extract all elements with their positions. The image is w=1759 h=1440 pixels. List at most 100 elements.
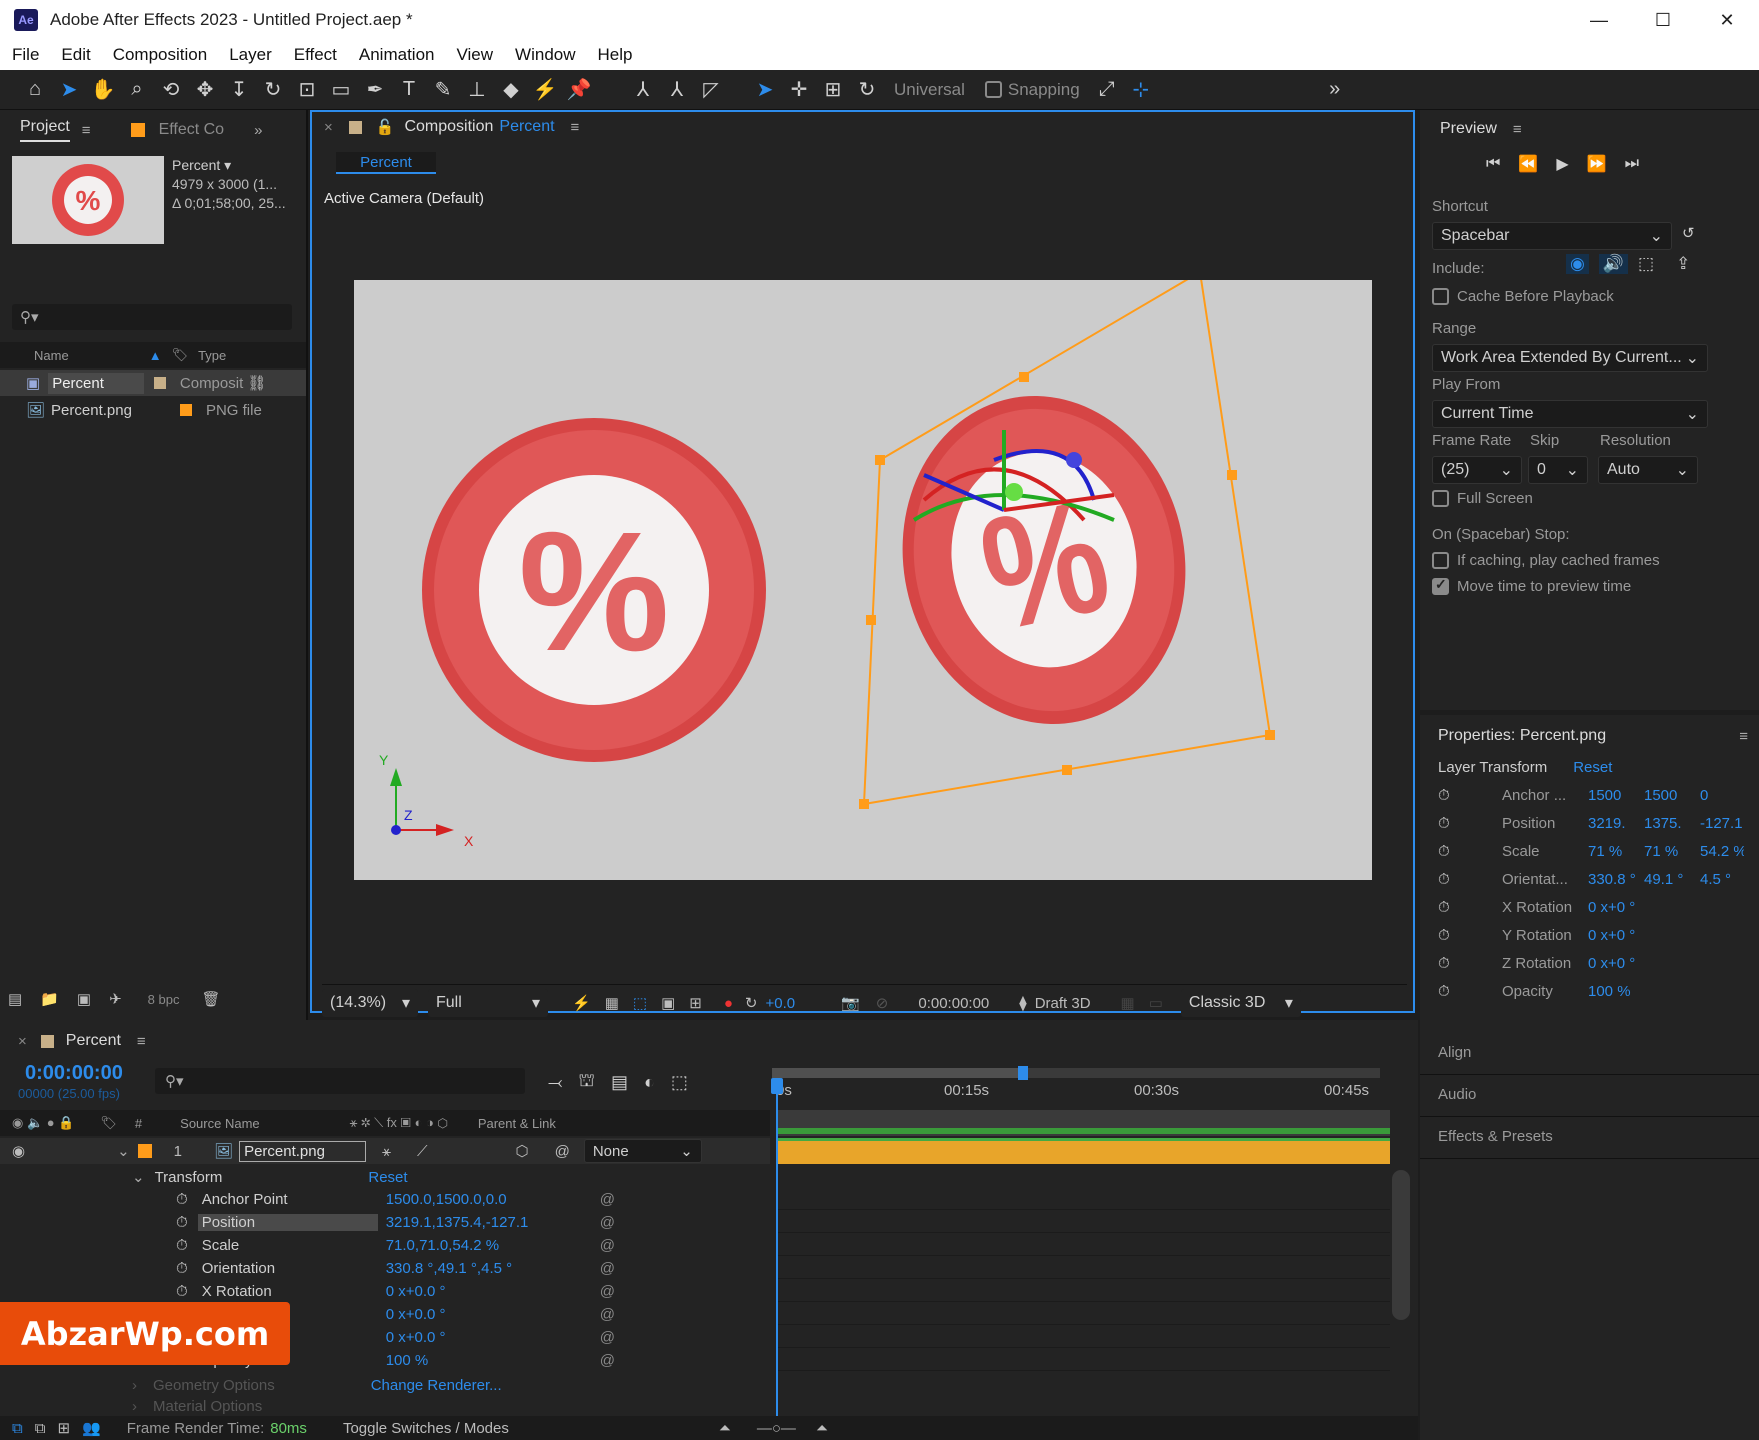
world-axis-icon[interactable]: ⅄ [660,73,694,107]
panel-menu-icon[interactable]: ≡ [1739,728,1748,745]
av-features-icon[interactable]: ◉ 🔈 ● 🔒 [12,1115,74,1131]
hand-tool-icon[interactable]: ✋ [86,73,120,107]
transform-property-value[interactable]: 0 x+0.0 ° [386,1306,586,1323]
timeline-tab[interactable]: Percent [66,1032,121,1050]
transform-reset-link[interactable]: Reset [368,1169,407,1186]
stopwatch-icon[interactable]: ⏱ [176,1260,188,1277]
snapping-checkbox[interactable] [984,81,1002,98]
frame-rate-dropdown[interactable]: (25) ⌄ [1432,456,1522,484]
draft-3d-button[interactable]: Draft 3D [1035,995,1091,1012]
menu-edit[interactable]: Edit [49,45,100,65]
delete-icon[interactable]: 🗑 [201,990,220,1008]
comp-viewer[interactable]: % % Y Z X [354,280,1372,880]
menu-composition[interactable]: Composition [101,45,218,65]
current-time-display[interactable]: 0:00:00:00 [918,995,989,1012]
panel-menu-icon[interactable]: ≡ [82,122,91,139]
thumb-comp-name[interactable]: Percent ▾ [172,156,286,175]
property-value-1[interactable]: 3219. [1588,815,1638,832]
geometry-expand-icon[interactable]: › [132,1377,137,1394]
property-value-3[interactable]: 54.2 % [1700,843,1744,860]
flowchart-icon[interactable]: ⛓ [247,374,266,392]
parent-dropdown[interactable]: None ⌄ [583,1139,702,1163]
caching-checkbox[interactable] [1432,552,1449,569]
transform-property-name[interactable]: Position [197,1213,378,1231]
eraser-tool-icon[interactable]: ◆ [494,73,528,107]
layer-expand-icon[interactable]: ⌄ [117,1142,130,1160]
skip-dropdown[interactable]: 0 ⌄ [1528,456,1588,484]
property-row[interactable]: ⏱ Opacity 100 % [1438,983,1744,1000]
timeline-search-input[interactable]: ⚲▾ [155,1068,525,1094]
property-value-1[interactable]: 1500 [1588,787,1638,804]
transform-property-value[interactable]: 0 x+0.0 ° [386,1329,586,1346]
new-folder-icon[interactable]: 📁 [40,990,59,1008]
adobe-dynamic-link-icon[interactable]: ✈ [109,990,122,1008]
3d-move-icon[interactable]: ✛ [782,73,816,107]
view-axis-icon[interactable]: ◸ [694,73,728,107]
transform-reset-link[interactable]: Reset [1573,759,1612,776]
property-row[interactable]: ⏱ Scale 71 % 71 % 54.2 % [1438,843,1744,860]
puppet-pin-icon[interactable]: 📌 [562,73,596,107]
column-name[interactable]: Name [34,348,69,363]
show-snapshot-icon[interactable]: ⊘ [876,994,889,1012]
align-panel-tab[interactable]: Align [1438,1044,1471,1061]
selection-tool-icon[interactable]: ➤ [52,73,86,107]
frame-blending-icon[interactable]: ◐ [644,1072,655,1093]
exposure-value[interactable]: +0.0 [765,995,795,1012]
expression-pick-whip-icon[interactable]: @ [600,1352,615,1369]
menu-effect[interactable]: Effect [282,45,347,65]
fast-previews-icon[interactable]: ⚡ [572,994,591,1012]
workspace-expand-icon[interactable]: » [1318,73,1352,107]
roto-brush-icon[interactable]: ⚡ [528,73,562,107]
parent-link-column[interactable]: Parent & Link [478,1116,556,1131]
extended-viewer-icon[interactable]: ▭ [1149,994,1163,1012]
property-row[interactable]: ⏱ Y Rotation 0 x+0 ° [1438,927,1744,944]
audio-panel-tab[interactable]: Audio [1438,1086,1476,1103]
transform-property-value[interactable]: 1500.0,1500.0,0.0 [386,1191,586,1208]
expression-pick-whip-icon[interactable]: @ [600,1191,615,1208]
panel-menu-icon[interactable]: ≡ [137,1033,146,1050]
snap-target-icon[interactable]: ⊹ [1124,73,1158,107]
column-type[interactable]: Type [198,348,226,363]
label-color-icon[interactable] [153,377,166,389]
stopwatch-icon[interactable]: ⏱ [1438,927,1476,944]
transform-property-value[interactable]: 71.0,71.0,54.2 % [386,1237,586,1254]
tab-effect-controls[interactable]: Effect Co [159,121,225,139]
zoom-in-icon[interactable]: ⏶ [816,1420,828,1437]
material-expand-icon[interactable]: › [132,1398,137,1415]
expression-pick-whip-icon[interactable]: @ [600,1237,615,1254]
region-of-interest-icon[interactable]: ▣ [661,994,675,1012]
include-audio-icon[interactable]: 🔊 [1598,254,1629,274]
stopwatch-icon[interactable]: ⏱ [1438,899,1476,916]
panel-overflow-icon[interactable]: » [254,122,262,139]
timeline-scrollbar[interactable] [1392,1170,1410,1320]
layer-row[interactable]: ◉ ⌄ 1 🖼 Percent.png ⚹ ⟋ ⬡ @ None ⌄ [0,1138,770,1164]
transform-property-name[interactable]: Orientation [198,1260,378,1277]
stopwatch-icon[interactable]: ⏱ [176,1237,188,1254]
property-row[interactable]: ⏱ Orientat... 330.8 ° 49.1 ° 4.5 ° [1438,871,1744,888]
close-timeline-icon[interactable]: × [18,1033,27,1050]
reset-shortcut-icon[interactable]: ↺ [1682,224,1695,242]
menu-help[interactable]: Help [586,45,643,65]
3d-layer-switch-icon[interactable]: ⬡ [515,1142,528,1160]
bit-depth-button[interactable]: 8 bpc [148,992,180,1007]
property-row[interactable]: ⏱ X Rotation 0 x+0 ° [1438,899,1744,916]
change-renderer-link[interactable]: Change Renderer... [371,1377,502,1394]
panel-menu-icon[interactable]: ≡ [1513,121,1522,138]
transform-property-row[interactable]: ⏱ Position 3219.1,1375.4,-127.1 @ [0,1211,770,1233]
transform-property-row[interactable]: ⏱ X Rotation 0 x+0.0 ° @ [0,1280,770,1302]
transform-property-row[interactable]: ⏱ Orientation 330.8 °,49.1 °,4.5 ° @ [0,1257,770,1279]
source-name-column[interactable]: Source Name [180,1116,259,1131]
maximize-button[interactable]: ☐ [1631,0,1695,40]
cache-before-playback[interactable]: Cache Before Playback [1432,288,1614,305]
transform-property-value[interactable]: 330.8 °,49.1 °,4.5 ° [386,1260,586,1277]
menu-animation[interactable]: Animation [347,45,445,65]
expression-pick-whip-icon[interactable]: @ [600,1329,615,1346]
full-screen-option[interactable]: Full Screen [1432,490,1533,507]
property-value-2[interactable]: 49.1 ° [1644,871,1694,888]
transform-property-row[interactable]: ⏱ Scale 71.0,71.0,54.2 % @ [0,1234,770,1256]
layer-name[interactable]: Percent.png [239,1140,366,1162]
cache-checkbox[interactable] [1432,288,1449,305]
play-icon[interactable]: ▶ [1556,154,1568,174]
property-row[interactable]: ⏱ Position 3219. 1375. -127.1 [1438,815,1744,832]
property-value-1[interactable]: 71 % [1588,843,1638,860]
